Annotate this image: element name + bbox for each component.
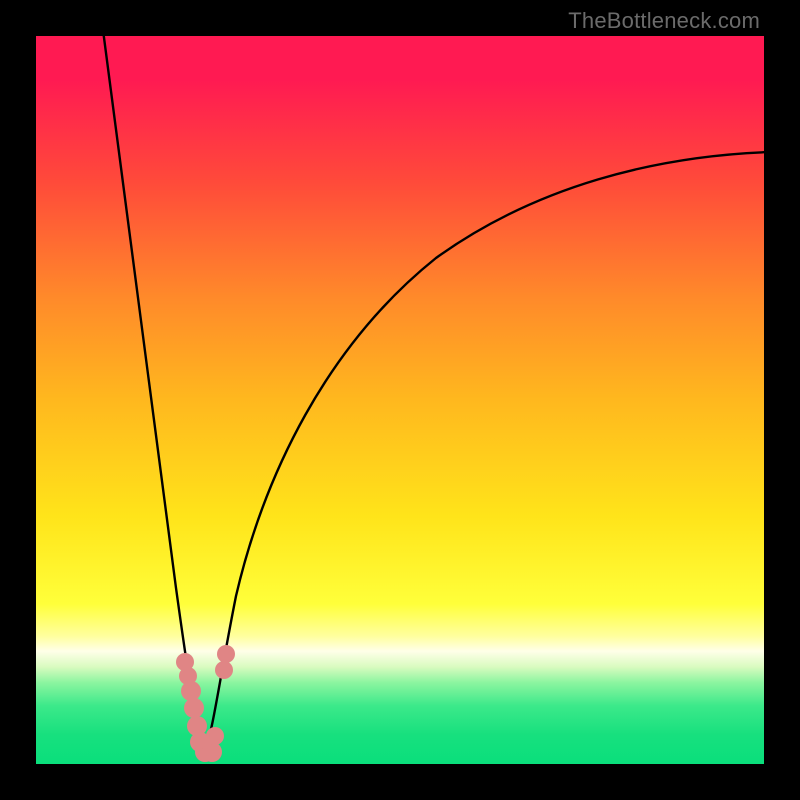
watermark-text: TheBottleneck.com xyxy=(568,8,760,34)
marker-dot xyxy=(184,698,204,718)
marker-dot xyxy=(181,681,201,701)
marker-dot xyxy=(202,742,222,762)
curve-right-branch xyxy=(204,152,764,756)
marker-dot xyxy=(217,645,235,663)
chart-svg xyxy=(36,36,764,764)
marker-group xyxy=(176,645,235,762)
chart-plot-area xyxy=(36,36,764,764)
marker-dot xyxy=(215,661,233,679)
curve-left-branch xyxy=(103,36,204,756)
marker-dot xyxy=(206,727,224,745)
chart-frame: TheBottleneck.com xyxy=(0,0,800,800)
